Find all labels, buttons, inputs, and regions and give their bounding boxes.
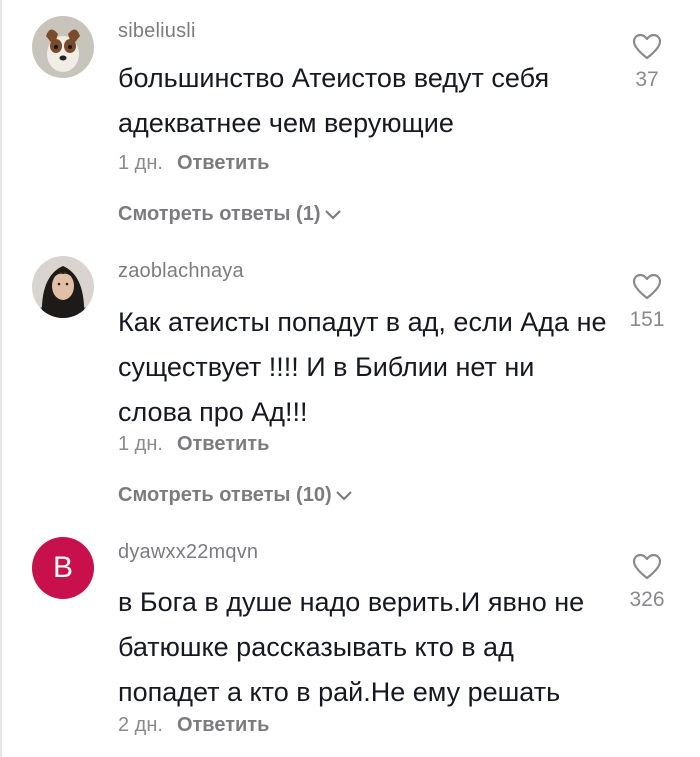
username[interactable]: sibeliusli (118, 20, 196, 43)
avatar[interactable] (32, 256, 94, 318)
chevron-down-icon (324, 209, 341, 220)
like-button[interactable]: 151 (618, 273, 676, 332)
view-replies-button[interactable]: Смотреть ответы (1) (118, 203, 342, 226)
username[interactable]: dyawxx22mqvn (118, 541, 258, 564)
username[interactable]: zaoblachnaya (118, 260, 244, 283)
chevron-down-icon (335, 490, 352, 501)
avatar[interactable]: B (32, 537, 94, 599)
timestamp: 2 дн. (118, 714, 163, 736)
like-count: 326 (629, 588, 665, 611)
like-button[interactable]: 37 (618, 33, 676, 92)
comment-meta: 1 дн. Ответить (118, 433, 269, 456)
comment-meta: 2 дн. Ответить (118, 714, 269, 737)
heart-outline-icon (632, 33, 662, 60)
reply-button[interactable]: Ответить (177, 433, 269, 455)
view-replies-label: Смотреть ответы (1) (118, 203, 321, 225)
comment-text: Как атеисты попадут в ад, если Ада не су… (118, 307, 607, 427)
scroll-indicator (0, 0, 2, 757)
reply-button[interactable]: Ответить (177, 152, 269, 174)
timestamp: 1 дн. (118, 433, 163, 455)
timestamp: 1 дн. (118, 152, 163, 174)
view-replies-button[interactable]: Смотреть ответы (10) (118, 484, 353, 507)
comment-text: большинство Атеистов ведут себя адекватн… (118, 63, 550, 138)
heart-outline-icon (632, 553, 662, 580)
avatar[interactable] (32, 16, 94, 78)
reply-button[interactable]: Ответить (177, 714, 269, 736)
like-count: 37 (635, 68, 659, 91)
comment-text: в Бога в душе надо верить.И явно не батю… (118, 587, 585, 707)
like-button[interactable]: 326 (618, 553, 676, 612)
like-count: 151 (629, 308, 665, 331)
avatar-letter: B (52, 551, 73, 584)
comment-meta: 1 дн. Ответить (118, 152, 269, 175)
view-replies-label: Смотреть ответы (10) (118, 484, 332, 506)
heart-outline-icon (632, 273, 662, 300)
